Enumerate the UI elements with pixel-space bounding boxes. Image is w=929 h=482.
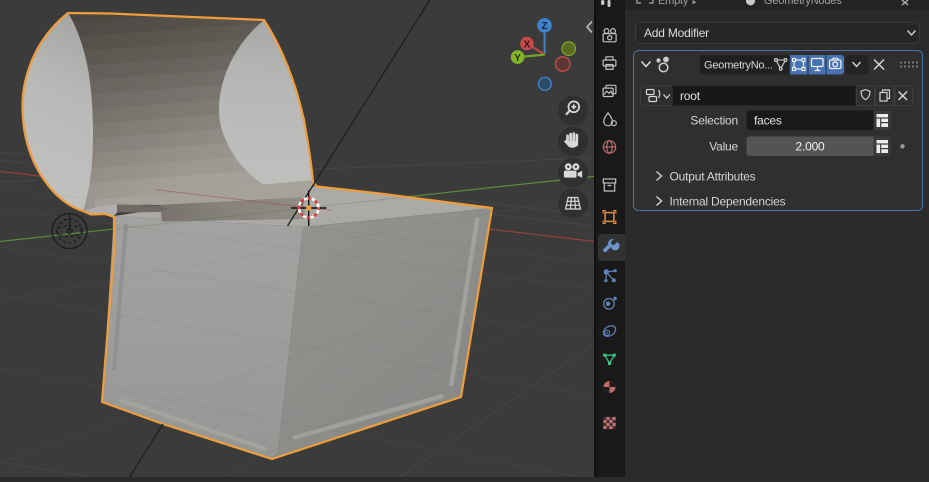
svg-text:X: X — [524, 39, 531, 50]
svg-text:Internal Dependencies: Internal Dependencies — [670, 195, 786, 209]
svg-text:Selection: Selection — [690, 114, 738, 128]
svg-text:GeometryNodes: GeometryNodes — [764, 0, 842, 7]
svg-text:Z: Z — [541, 21, 547, 32]
svg-text:Y: Y — [514, 53, 521, 64]
svg-text:GeometryNo...: GeometryNo... — [704, 60, 773, 72]
svg-text:Empty: Empty — [658, 0, 689, 7]
svg-text:Output Attributes: Output Attributes — [670, 170, 756, 184]
svg-text:2.000: 2.000 — [795, 140, 825, 154]
svg-text:Value: Value — [709, 140, 738, 154]
svg-text:faces: faces — [754, 114, 782, 128]
svg-text:root: root — [680, 89, 701, 103]
svg-text:Add Modifier: Add Modifier — [644, 26, 709, 40]
